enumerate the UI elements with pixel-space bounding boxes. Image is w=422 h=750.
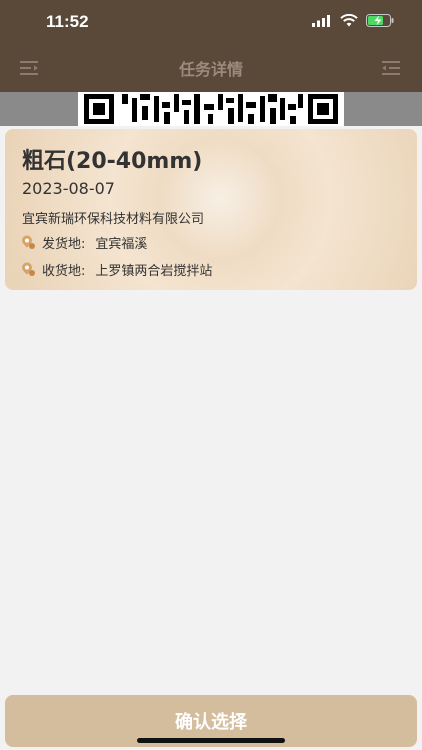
- location-pin-icon: [22, 235, 35, 249]
- home-indicator: [137, 738, 285, 743]
- task-card[interactable]: 粗石(20-40mm) 2023-08-07 宜宾新瑞环保科技材料有限公司 发货…: [5, 129, 417, 290]
- company-name: 宜宾新瑞环保科技材料有限公司: [22, 212, 205, 227]
- task-date: 2023-08-07: [22, 179, 115, 198]
- ship-to-value: 上罗镇两合岩搅拌站: [95, 263, 213, 279]
- qr-code-area: [0, 92, 422, 126]
- menu-expand-button[interactable]: [380, 58, 404, 78]
- battery-charging-icon: [366, 14, 394, 27]
- page-title: 任务详情: [178, 60, 243, 79]
- ship-to-label: 收货地:: [42, 263, 86, 279]
- ship-from-row: 发货地: 宜宾福溪: [20, 233, 148, 252]
- location-pin-icon: [22, 262, 35, 276]
- ship-from-label: 发货地:: [42, 236, 86, 252]
- status-time: 11:52: [46, 12, 89, 31]
- menu-expand-icon: [382, 61, 400, 75]
- status-bar: 11:52: [0, 0, 422, 44]
- cellular-signal-icon: [312, 14, 330, 27]
- qr-code-image: [78, 92, 344, 126]
- status-icons: [312, 14, 394, 27]
- ship-from-value: 宜宾福溪: [95, 236, 148, 252]
- header-area: 11:52 任务详情: [0, 0, 422, 92]
- material-name: 粗石(20-40mm): [22, 149, 203, 174]
- ship-to-row: 收货地: 上罗镇两合岩搅拌站: [20, 260, 213, 279]
- navigation-bar: 任务详情: [0, 44, 422, 92]
- wifi-icon: [340, 14, 358, 27]
